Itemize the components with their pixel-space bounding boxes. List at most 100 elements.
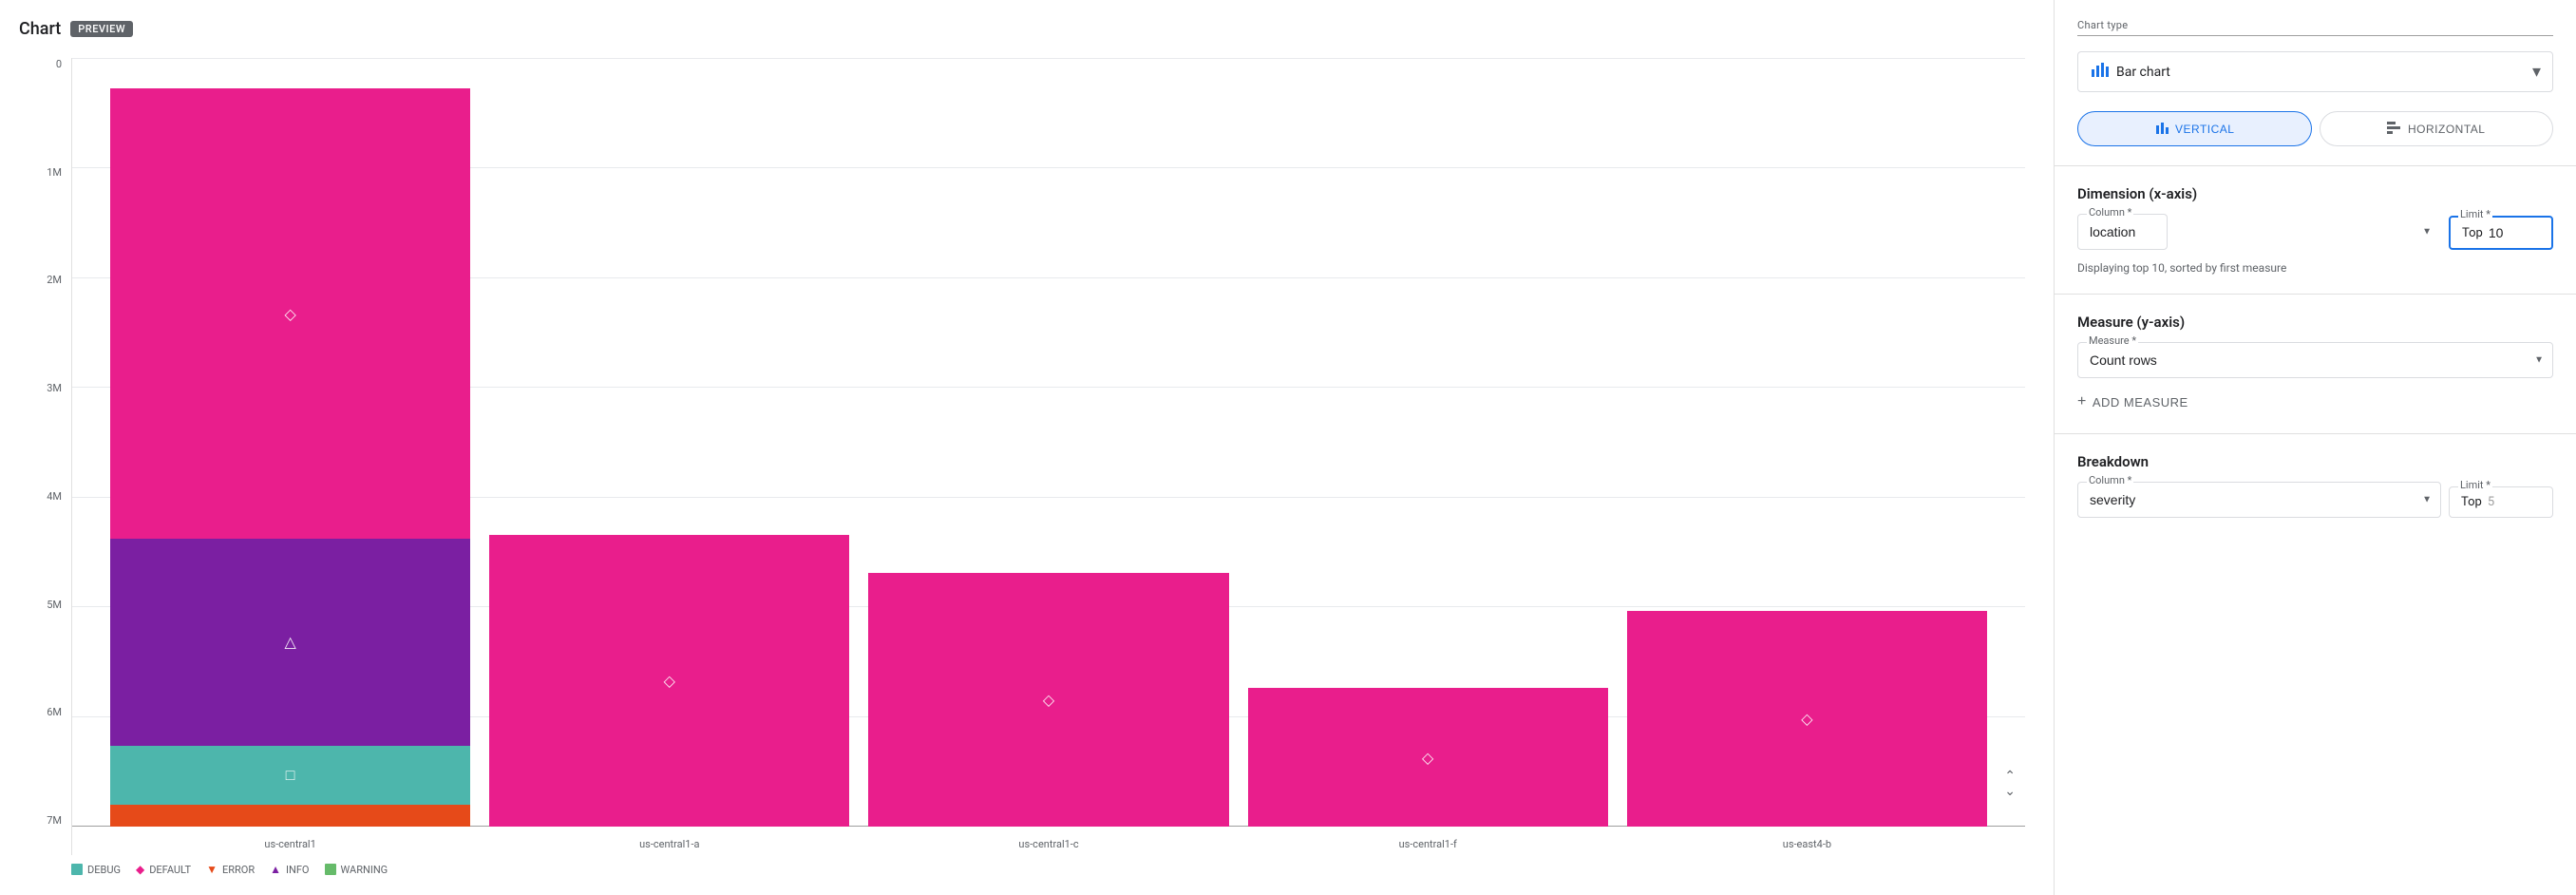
bar-icon-info: △ (284, 633, 295, 651)
bar-icon-default: ◇ (664, 672, 675, 690)
legend-label-debug: DEBUG (87, 864, 121, 876)
add-icon: + (2077, 393, 2087, 410)
divider-1 (2055, 165, 2576, 166)
add-measure-button[interactable]: + ADD MEASURE (2077, 390, 2553, 414)
breakdown-limit-value: 5 (2488, 495, 2494, 509)
divider-3 (2055, 433, 2576, 434)
dimension-limit-prefix: Top (2462, 226, 2483, 240)
legend-label-warning: WARNING (341, 864, 388, 876)
bar-stack[interactable]: ◇ us-east4-b (1627, 611, 1987, 827)
bar-segment-info: △ (110, 539, 470, 745)
dimension-limit-input[interactable]: Top (2449, 216, 2553, 250)
y-label-3m: 3M (47, 382, 62, 394)
chart-title: Chart (19, 19, 61, 39)
dimension-column-select[interactable]: location (2077, 214, 2168, 250)
bar-segment-default: ◇ (110, 88, 470, 539)
bar-stack[interactable]: ◇ us-central1-a (489, 535, 849, 827)
measure-title: Measure (y-axis) (2077, 314, 2553, 331)
measure-section: Measure (y-axis) Measure * Count rows + … (2077, 314, 2553, 414)
y-label-7m: 7M (47, 814, 62, 827)
y-axis: 7M 6M 5M 4M 3M 2M 1M 0 (19, 58, 71, 855)
dimension-limit-value[interactable] (2489, 225, 2517, 240)
bar-stack[interactable]: □ △ ◇ us-central1 (110, 88, 470, 827)
bar-icon-debug: □ (286, 766, 295, 785)
vertical-label: VERTICAL (2175, 123, 2234, 136)
bar-group-us-central1[interactable]: □ △ ◇ us-central1 (110, 58, 470, 827)
breakdown-column-group: Column * severity (2077, 482, 2441, 518)
breakdown-limit-label: Limit * (2458, 479, 2492, 491)
bar-group-us-central1-c[interactable]: ◇ us-central1-c (868, 58, 1228, 827)
chart-type-value: Bar chart (2116, 65, 2532, 80)
scroll-up-icon[interactable]: ⌃ (2004, 770, 2016, 783)
legend: DEBUG ◆ DEFAULT ▼ ERROR ▲ INFO WARNING (19, 863, 2025, 876)
chart-type-dropdown-icon: ▾ (2532, 62, 2541, 82)
bar-segment-default: ◇ (489, 535, 849, 827)
breakdown-limit-group: Limit * Top 5 (2449, 486, 2553, 518)
horizontal-icon (2387, 120, 2402, 138)
dimension-section: Dimension (x-axis) Column * location Lim… (2077, 185, 2553, 275)
dimension-display-info: Displaying top 10, sorted by first measu… (2077, 261, 2553, 275)
bar-group-us-central1-a[interactable]: ◇ us-central1-a (489, 58, 849, 827)
breakdown-limit-prefix: Top (2461, 495, 2482, 509)
y-label-2m: 2M (47, 274, 62, 286)
chart-scroll-indicator[interactable]: ⌃ ⌄ (2004, 770, 2016, 798)
orientation-buttons: VERTICAL HORIZONTAL (2077, 111, 2553, 146)
bar-chart-icon (2090, 60, 2109, 84)
measure-group: Measure * Count rows (2077, 342, 2553, 378)
bar-segment-default: ◇ (868, 573, 1228, 827)
legend-color-warning (325, 864, 336, 875)
legend-item-warning: WARNING (325, 864, 388, 876)
bar-group-us-central1-f[interactable]: ◇ us-central1-f (1248, 58, 1608, 827)
breakdown-column-select-wrapper[interactable]: severity (2077, 482, 2441, 518)
add-measure-label: ADD MEASURE (2093, 395, 2188, 409)
legend-item-error: ▼ ERROR (206, 863, 255, 876)
bar-label-us-central1-f: us-central1-f (1399, 838, 1457, 850)
bar-stack[interactable]: ◇ us-central1-c (868, 573, 1228, 827)
bar-segment-default: ◇ (1627, 611, 1987, 827)
breakdown-field-row: Column * severity Limit * Top 5 (2077, 482, 2553, 518)
dimension-field-row: Column * location Limit * Top (2077, 214, 2553, 250)
chart-area: Chart PREVIEW 7M 6M 5M 4M 3M 2M 1M 0 (0, 0, 2054, 895)
bar-segment-default: ◇ (1248, 688, 1608, 827)
plot-area: □ △ ◇ us-central1 (71, 58, 2025, 855)
chart-inner: 7M 6M 5M 4M 3M 2M 1M 0 (19, 58, 2025, 855)
chart-type-select[interactable]: Bar chart ▾ (2077, 51, 2553, 92)
bar-icon-default: ◇ (1422, 749, 1433, 767)
y-label-1m: 1M (47, 166, 62, 179)
bar-label-us-central1: us-central1 (264, 838, 315, 850)
measure-select[interactable]: Count rows (2077, 342, 2553, 378)
legend-item-default: ◆ DEFAULT (136, 863, 191, 876)
dimension-column-label: Column * (2087, 206, 2133, 219)
legend-icon-error: ▼ (206, 863, 218, 876)
bar-group-us-east4-b[interactable]: ◇ us-east4-b (1627, 58, 1987, 827)
y-label-6m: 6M (47, 706, 62, 718)
legend-label-error: ERROR (222, 864, 255, 876)
legend-color-debug (71, 864, 83, 875)
bar-stack[interactable]: ◇ us-central1-f (1248, 688, 1608, 827)
breakdown-title: Breakdown (2077, 453, 2553, 470)
breakdown-column-select[interactable]: severity (2077, 482, 2441, 518)
horizontal-label: HORIZONTAL (2408, 123, 2485, 136)
dimension-title: Dimension (x-axis) (2077, 185, 2553, 202)
y-label-0: 0 (56, 58, 62, 70)
vertical-orient-button[interactable]: VERTICAL (2077, 111, 2312, 146)
scroll-down-icon[interactable]: ⌄ (2004, 785, 2016, 798)
preview-badge: PREVIEW (70, 21, 133, 37)
dimension-limit-group: Limit * Top (2449, 216, 2553, 250)
chart-type-section: Chart type Bar chart ▾ (2077, 19, 2553, 92)
bar-segment-error (110, 805, 470, 827)
bar-icon-default: ◇ (1043, 691, 1054, 709)
right-panel: Chart type Bar chart ▾ (2054, 0, 2576, 895)
breakdown-section: Breakdown Column * severity Limit * Top … (2077, 453, 2553, 518)
measure-select-wrapper[interactable]: Count rows (2077, 342, 2553, 378)
legend-item-debug: DEBUG (71, 864, 121, 876)
vertical-icon (2154, 120, 2169, 138)
legend-label-info: INFO (286, 864, 310, 876)
legend-item-info: ▲ INFO (270, 863, 309, 876)
dimension-column-select-wrapper[interactable]: location (2077, 214, 2441, 250)
bar-label-us-central1-a: us-central1-a (639, 838, 699, 850)
y-label-4m: 4M (47, 490, 62, 503)
dimension-limit-label: Limit * (2458, 208, 2492, 220)
horizontal-orient-button[interactable]: HORIZONTAL (2320, 111, 2554, 146)
y-label-5m: 5M (47, 599, 62, 611)
